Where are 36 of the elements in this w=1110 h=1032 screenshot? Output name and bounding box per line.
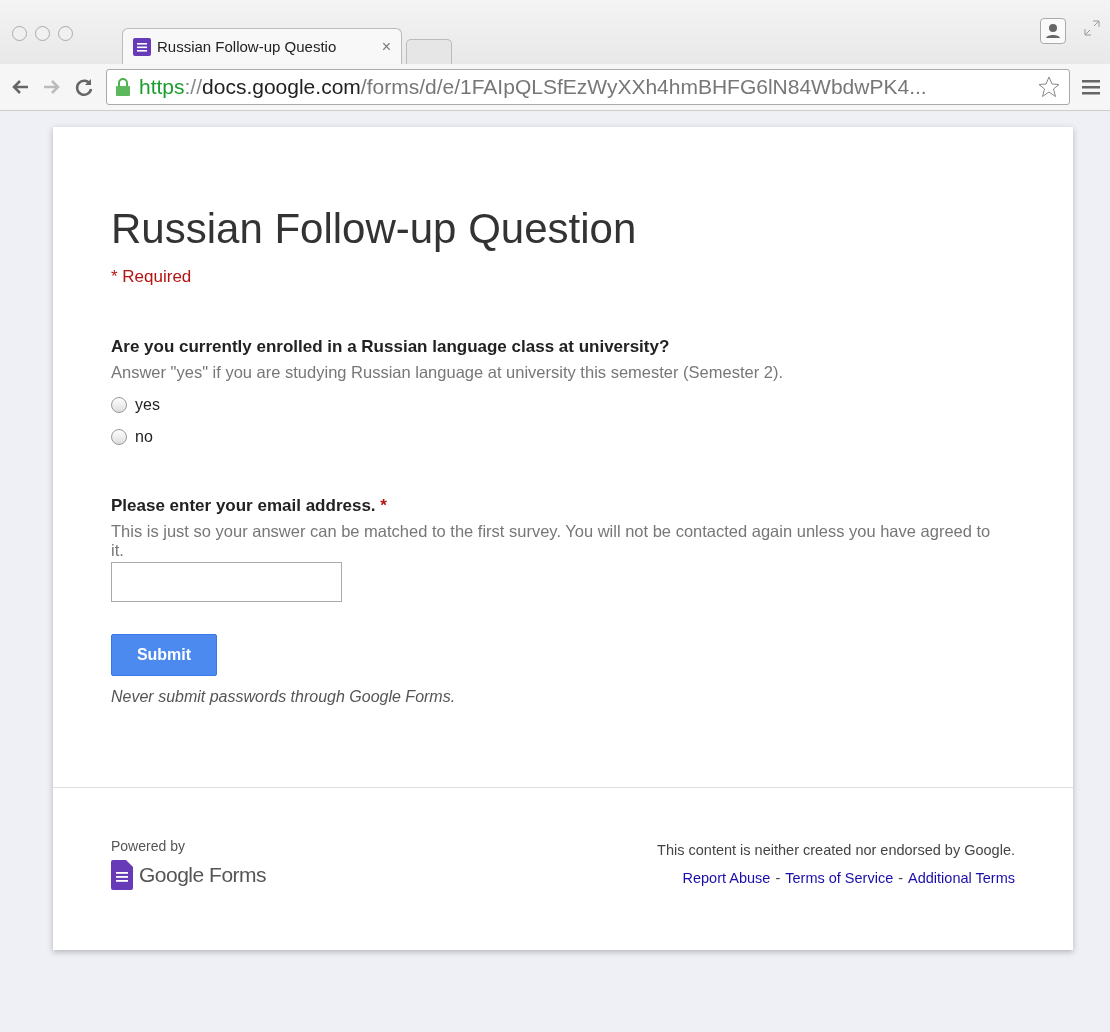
powered-by: Powered by	[111, 838, 186, 854]
password-warning: Never submit passwords through Google Forms.	[111, 688, 457, 706]
tab-close[interactable]: ×	[381, 37, 391, 56]
question-help: Answer "yes" if you are studying Russian language at university this semester (Semester 2).	[111, 363, 784, 382]
radio-button[interactable]	[111, 429, 127, 445]
option-label: yes	[135, 396, 160, 414]
question-help: This is just so your answer can be matched to the first survey. You will not be contacted again unless you have agreed to it.	[111, 522, 991, 560]
logo-text: Google Forms	[139, 863, 267, 887]
window-control[interactable]	[35, 26, 50, 41]
radio-button[interactable]	[111, 397, 127, 413]
question-title: Please enter your email address. *	[111, 496, 387, 516]
user-icon[interactable]	[1040, 18, 1066, 44]
required-note: * Required	[111, 267, 193, 287]
menu-icon[interactable]	[1082, 79, 1100, 95]
browser-tab[interactable]: Russian Follow-up Questio ×	[122, 28, 402, 64]
fullscreen-icon[interactable]	[1084, 20, 1100, 36]
form-icon	[133, 37, 151, 56]
footer-link[interactable]: Terms of Service	[785, 870, 894, 886]
lock-icon	[115, 77, 131, 97]
option-label: no	[135, 428, 153, 446]
email-field[interactable]	[111, 562, 342, 602]
form-title: Russian Follow-up Question	[111, 205, 638, 253]
forms-logo-icon	[111, 860, 133, 890]
disclaimer: This content is neither created nor endorsed by Google.	[657, 842, 1015, 858]
link-separator: -	[898, 870, 904, 886]
window-control[interactable]	[12, 26, 27, 41]
tab-title: Russian Follow-up Questio	[157, 38, 337, 55]
footer-link[interactable]: Additional Terms	[908, 870, 1015, 886]
reload-icon[interactable]	[74, 77, 94, 97]
star-icon[interactable]	[1037, 75, 1061, 99]
new-tab[interactable]	[406, 39, 452, 64]
window-control[interactable]	[58, 26, 73, 41]
question-title: Are you currently enrolled in a Russian language class at university?	[111, 337, 670, 357]
link-separator: -	[775, 870, 781, 886]
address-bar[interactable]: https://docs.google.com/forms/d/e/1FAIpQLSfEzWyXXh4hmBHFG6lN84WbdwPK4...	[106, 69, 1070, 105]
footer-link[interactable]: Report Abuse	[682, 870, 771, 886]
